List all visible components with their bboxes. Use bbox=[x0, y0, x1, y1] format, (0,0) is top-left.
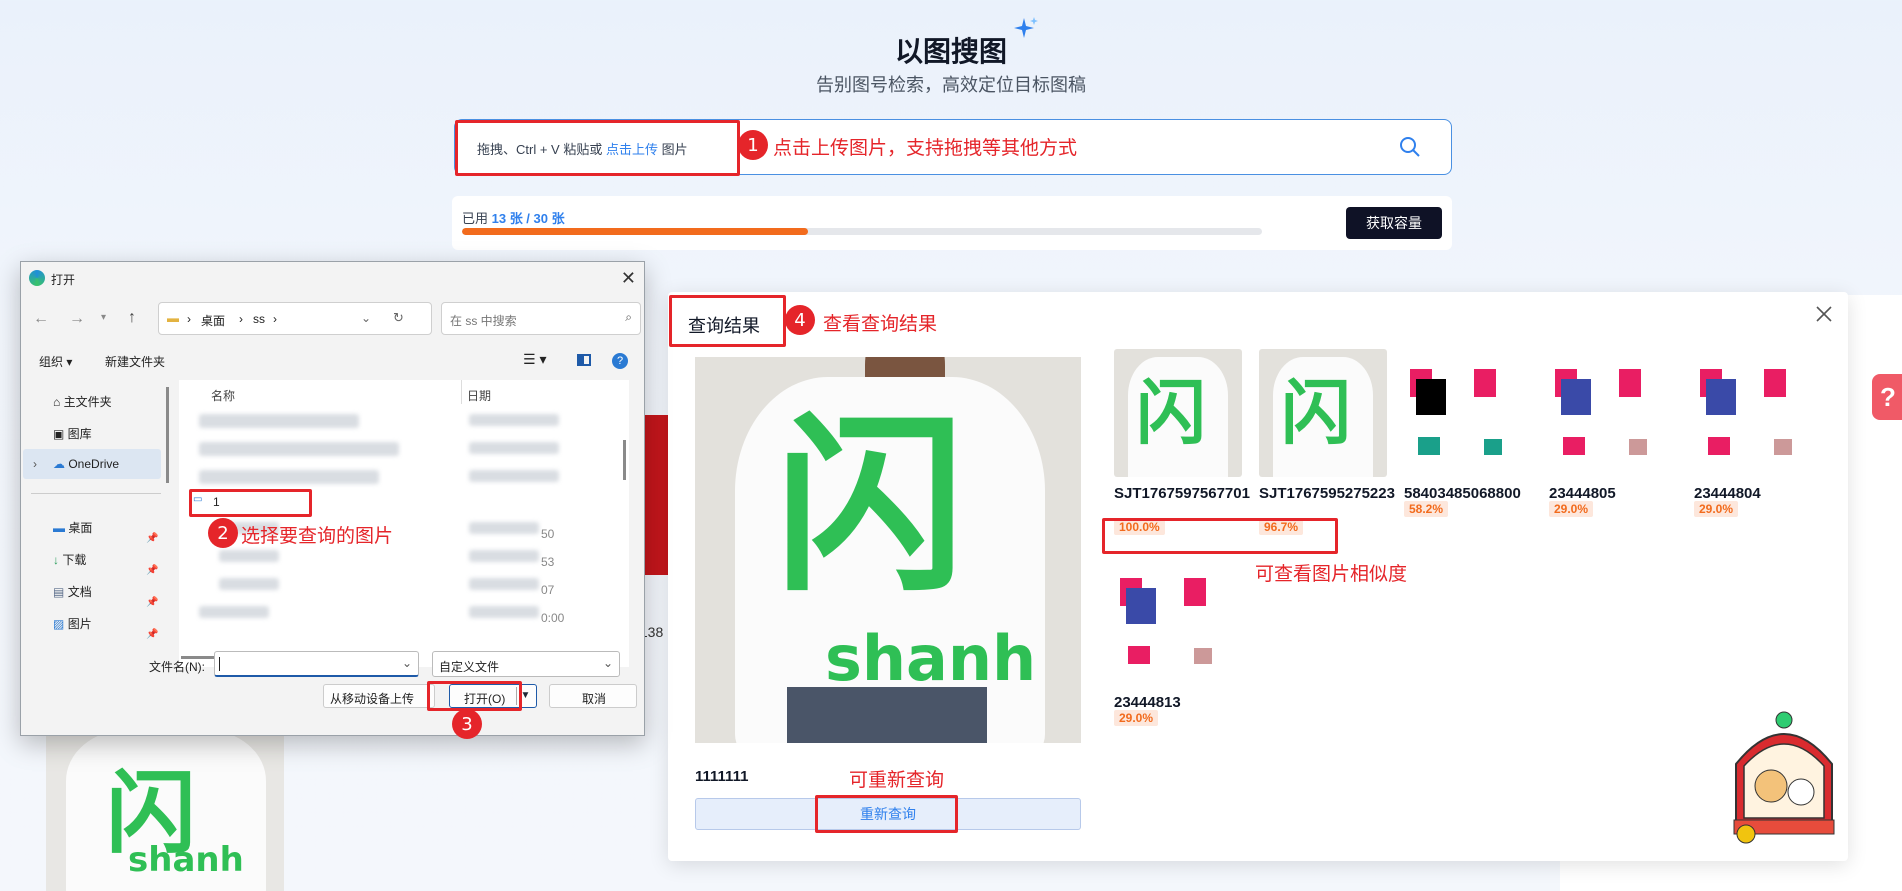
result-thumbnail[interactable] bbox=[1694, 349, 1822, 477]
filetype-dropdown-icon: ⌄ bbox=[602, 656, 613, 670]
get-capacity-button[interactable]: 获取容量 bbox=[1346, 207, 1442, 239]
annotation-badge-3: 3 bbox=[452, 709, 482, 739]
navigation-pane: ⌂ 主文件夹 ▣ 图库 › ☁ OneDrive ▬ 桌面 ↓ 下载 ▤ 文档 … bbox=[21, 380, 171, 665]
dialog-close-icon[interactable]: ✕ bbox=[621, 268, 636, 289]
nav-scrollbar[interactable] bbox=[166, 387, 169, 483]
path-ss[interactable]: ss bbox=[253, 312, 265, 326]
nav-desktop[interactable]: ▬ 桌面 bbox=[53, 519, 92, 536]
similarity-badge: 58.2% bbox=[1404, 501, 1449, 517]
annotation-badge-4: 4 bbox=[785, 305, 815, 335]
annotation-text-similarity: 可查看图片相似度 bbox=[1255, 563, 1408, 585]
nav-downloads[interactable]: ↓ 下载 bbox=[53, 551, 86, 568]
result-thumbnail[interactable] bbox=[1404, 349, 1532, 477]
result-code: SJT1767597567701 bbox=[1114, 485, 1250, 502]
pin-icons: 📌 📌 📌 📌 bbox=[146, 533, 159, 640]
help-button[interactable]: ? bbox=[1872, 374, 1902, 420]
result-code: 23444813 bbox=[1114, 694, 1181, 711]
shirt-logo: 闪 bbox=[1136, 372, 1206, 454]
column-name[interactable]: 名称 bbox=[211, 387, 235, 404]
filename-label: 文件名(N): bbox=[149, 660, 205, 674]
annotation-box-open bbox=[427, 681, 522, 711]
result-code: 23444804 bbox=[1694, 485, 1761, 502]
column-date[interactable]: 日期 bbox=[467, 387, 491, 404]
mobile-upload-button[interactable]: 从移动设备上传 bbox=[323, 684, 435, 708]
annotation-text-2: 选择要查询的图片 bbox=[241, 525, 394, 547]
dialog-title: 打开 bbox=[51, 273, 76, 287]
open-file-dialog: 打开 ✕ ← → ▾ ↑ ▬ › 桌面 › ss › ⌄ ↻ 在 ss 中搜索 … bbox=[20, 261, 645, 736]
organize-menu[interactable]: 组织 ▾ bbox=[39, 353, 72, 370]
annotation-text-requery: 可重新查询 bbox=[849, 769, 945, 791]
nav-onedrive[interactable]: › ☁ OneDrive bbox=[23, 449, 161, 479]
filetype-select[interactable]: 自定义文件 ⌄ bbox=[432, 651, 620, 677]
address-bar[interactable]: ▬ › 桌面 › ss › ⌄ ↻ bbox=[158, 302, 432, 335]
similarity-badge: 29.0% bbox=[1114, 710, 1159, 726]
help-icon[interactable]: ? bbox=[612, 353, 628, 369]
refresh-icon[interactable]: ↻ bbox=[393, 310, 404, 326]
quota-progress-fill bbox=[462, 228, 809, 235]
background-shirt-thumbnail: 闪 shanh bbox=[46, 730, 284, 891]
result-thumbnail[interactable]: 闪 bbox=[1114, 349, 1242, 477]
path-desktop[interactable]: 桌面 bbox=[201, 312, 225, 329]
annotation-box-similarity bbox=[1102, 518, 1338, 554]
file-list-scrollbar[interactable] bbox=[623, 440, 626, 480]
annotation-text-1: 点击上传图片，支持拖拽等其他方式 bbox=[773, 137, 1078, 159]
annotation-badge-1: 1 bbox=[738, 130, 768, 160]
sparkle-icon bbox=[1012, 16, 1040, 44]
christmas-mascot-icon bbox=[1726, 704, 1842, 846]
edge-browser-icon bbox=[29, 270, 45, 286]
annotation-box-select-file bbox=[189, 489, 312, 517]
result-code: 23444805 bbox=[1549, 485, 1616, 502]
page-subtitle: 告别图号检索，高效定位目标图稿 bbox=[816, 75, 1086, 96]
result-thumbnail[interactable]: 闪 bbox=[1259, 349, 1387, 477]
quota-used-text: 已用 13 张 / 30 张 bbox=[462, 211, 565, 226]
back-arrow-icon[interactable]: ← bbox=[33, 310, 49, 328]
result-thumbnail[interactable] bbox=[1114, 558, 1242, 686]
quota-panel: 已用 13 张 / 30 张 获取容量 bbox=[452, 196, 1452, 250]
dialog-search-input[interactable]: 在 ss 中搜索 ⌕ bbox=[441, 302, 641, 335]
up-arrow-icon[interactable]: ↑ bbox=[128, 309, 136, 327]
annotation-text-4: 查看查询结果 bbox=[823, 313, 938, 335]
query-image-name: 1111111 bbox=[695, 768, 749, 785]
result-code: 58403485068800 bbox=[1404, 485, 1521, 502]
result-code: SJT1767595275223 bbox=[1259, 485, 1395, 502]
close-icon[interactable] bbox=[1814, 304, 1834, 324]
query-image: 闪 shanh bbox=[695, 357, 1081, 743]
annotation-badge-2: 2 bbox=[208, 518, 238, 548]
chevron-down-icon[interactable]: ▾ bbox=[101, 312, 106, 323]
search-icon[interactable]: ⌕ bbox=[625, 310, 632, 325]
annotation-box-upload bbox=[455, 120, 740, 176]
preview-pane-icon[interactable] bbox=[577, 354, 591, 366]
shirt-logo: 闪 bbox=[1281, 372, 1351, 454]
filename-dropdown-icon[interactable]: ⌄ bbox=[402, 656, 412, 670]
nav-pictures[interactable]: ▨ 图片 bbox=[53, 615, 92, 632]
quota-progress-bar bbox=[462, 228, 1262, 235]
cancel-button[interactable]: 取消 bbox=[549, 684, 637, 708]
similarity-badge: 29.0% bbox=[1694, 501, 1739, 517]
annotation-box-requery bbox=[815, 795, 958, 833]
page-title: 以图搜图 bbox=[894, 35, 1007, 68]
address-dropdown-icon[interactable]: ⌄ bbox=[361, 311, 371, 325]
new-folder-button[interactable]: 新建文件夹 bbox=[105, 353, 165, 370]
search-icon[interactable] bbox=[1399, 136, 1421, 158]
filename-input[interactable]: ⌄ bbox=[214, 651, 419, 677]
nav-documents[interactable]: ▤ 文档 bbox=[53, 583, 92, 600]
nav-home[interactable]: ⌂ 主文件夹 bbox=[53, 393, 112, 410]
annotation-box-result-title bbox=[669, 295, 786, 347]
nav-gallery[interactable]: ▣ 图库 bbox=[53, 425, 92, 442]
forward-arrow-icon[interactable]: → bbox=[69, 310, 85, 328]
view-menu-icon[interactable]: ☰ ▾ bbox=[523, 351, 546, 368]
similarity-badge: 29.0% bbox=[1549, 501, 1594, 517]
result-thumbnail[interactable] bbox=[1549, 349, 1677, 477]
folder-icon: ▬ bbox=[167, 311, 179, 325]
